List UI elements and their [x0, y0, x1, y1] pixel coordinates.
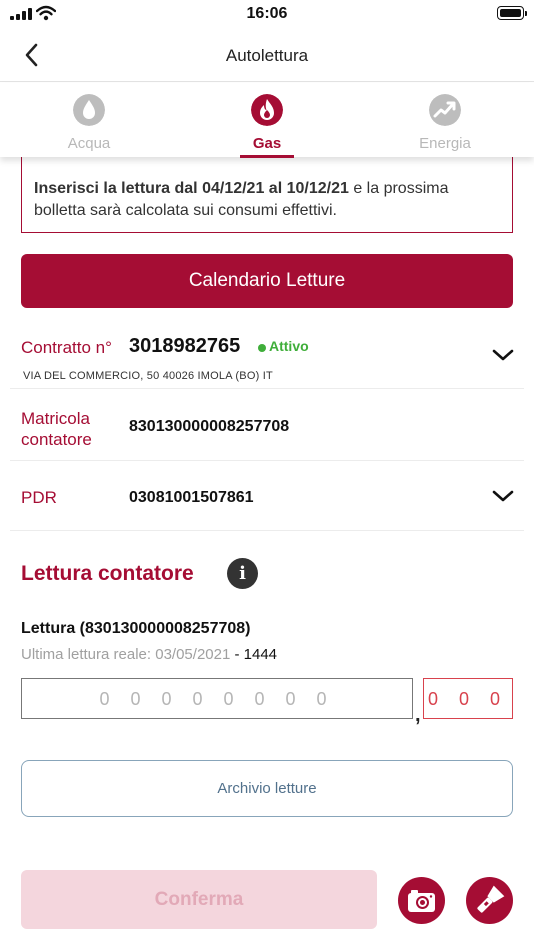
flame-icon [251, 94, 283, 126]
nav-bar: Autolettura [0, 30, 534, 82]
reading-decimal-input[interactable]: 0 0 0 [423, 678, 513, 719]
tab-label: Energia [419, 135, 471, 152]
contract-number: 3018982765 [129, 335, 241, 357]
reading-period-notice: Inserisci la lettura dal 04/12/21 al 10/… [21, 148, 513, 233]
tab-energia[interactable]: Energia [356, 83, 534, 157]
reading-label: Lettura (830130000008257708) [21, 620, 251, 637]
last-reading: Ultima lettura reale: 03/05/2021 - 1444 [21, 646, 277, 663]
tab-label: Acqua [67, 135, 111, 152]
pdr-value: 03081001507861 [129, 489, 254, 506]
last-reading-label: Ultima lettura reale: [21, 646, 152, 663]
active-tab-indicator [240, 155, 294, 158]
contract-address: VIA DEL COMMERCIO, 50 40026 IMOLA (BO) I… [23, 370, 273, 382]
status-badge: Attivo [269, 338, 309, 354]
chevron-down-icon[interactable] [492, 489, 514, 503]
meter-label-line2: contatore [21, 430, 92, 449]
pdr-row[interactable]: PDR 03081001507861 [10, 462, 524, 531]
flashlight-icon [477, 885, 505, 913]
camera-button[interactable] [398, 877, 445, 924]
confirm-button[interactable]: Conferma [21, 870, 377, 929]
decimal-separator: , [415, 704, 421, 726]
status-bar: 16:06 [0, 0, 534, 30]
reading-integer-input[interactable]: 0 0 0 0 0 0 0 0 [21, 678, 413, 719]
chevron-down-icon[interactable] [492, 348, 514, 362]
battery-icon [497, 6, 527, 20]
last-reading-date: 03/05/2021 [155, 646, 231, 663]
meter-label: Matricola contatore [21, 408, 92, 450]
tab-acqua[interactable]: Acqua [0, 83, 178, 157]
energy-chart-icon [429, 94, 461, 126]
tab-gas[interactable]: Gas [178, 83, 356, 158]
meter-label-line1: Matricola [21, 409, 90, 428]
meter-row: Matricola contatore 830130000008257708 [10, 390, 524, 461]
page-title: Autolettura [225, 46, 309, 65]
tab-label: Gas [252, 135, 282, 152]
status-dot-icon [258, 344, 266, 352]
service-tabs: Acqua Gas Energia [0, 83, 534, 158]
water-drop-icon [73, 94, 105, 126]
camera-icon [408, 890, 435, 912]
calendar-readings-button[interactable]: Calendario Letture [21, 254, 513, 308]
contract-label: Contratto n° [21, 338, 112, 357]
status-time: 16:06 [246, 5, 288, 22]
readings-archive-button[interactable]: Archivio letture [21, 760, 513, 817]
info-icon[interactable]: i [227, 558, 258, 589]
meter-number: 830130000008257708 [129, 418, 290, 435]
pdr-label: PDR [21, 488, 57, 507]
last-reading-value: - 1444 [230, 646, 278, 663]
contract-row[interactable]: Contratto n° 3018982765 Attivo VIA DEL C… [10, 326, 524, 389]
flashlight-button[interactable] [466, 877, 513, 924]
notice-period: Inserisci la lettura dal 04/12/21 al 10/… [34, 180, 349, 197]
section-title: Lettura contatore [21, 562, 194, 585]
